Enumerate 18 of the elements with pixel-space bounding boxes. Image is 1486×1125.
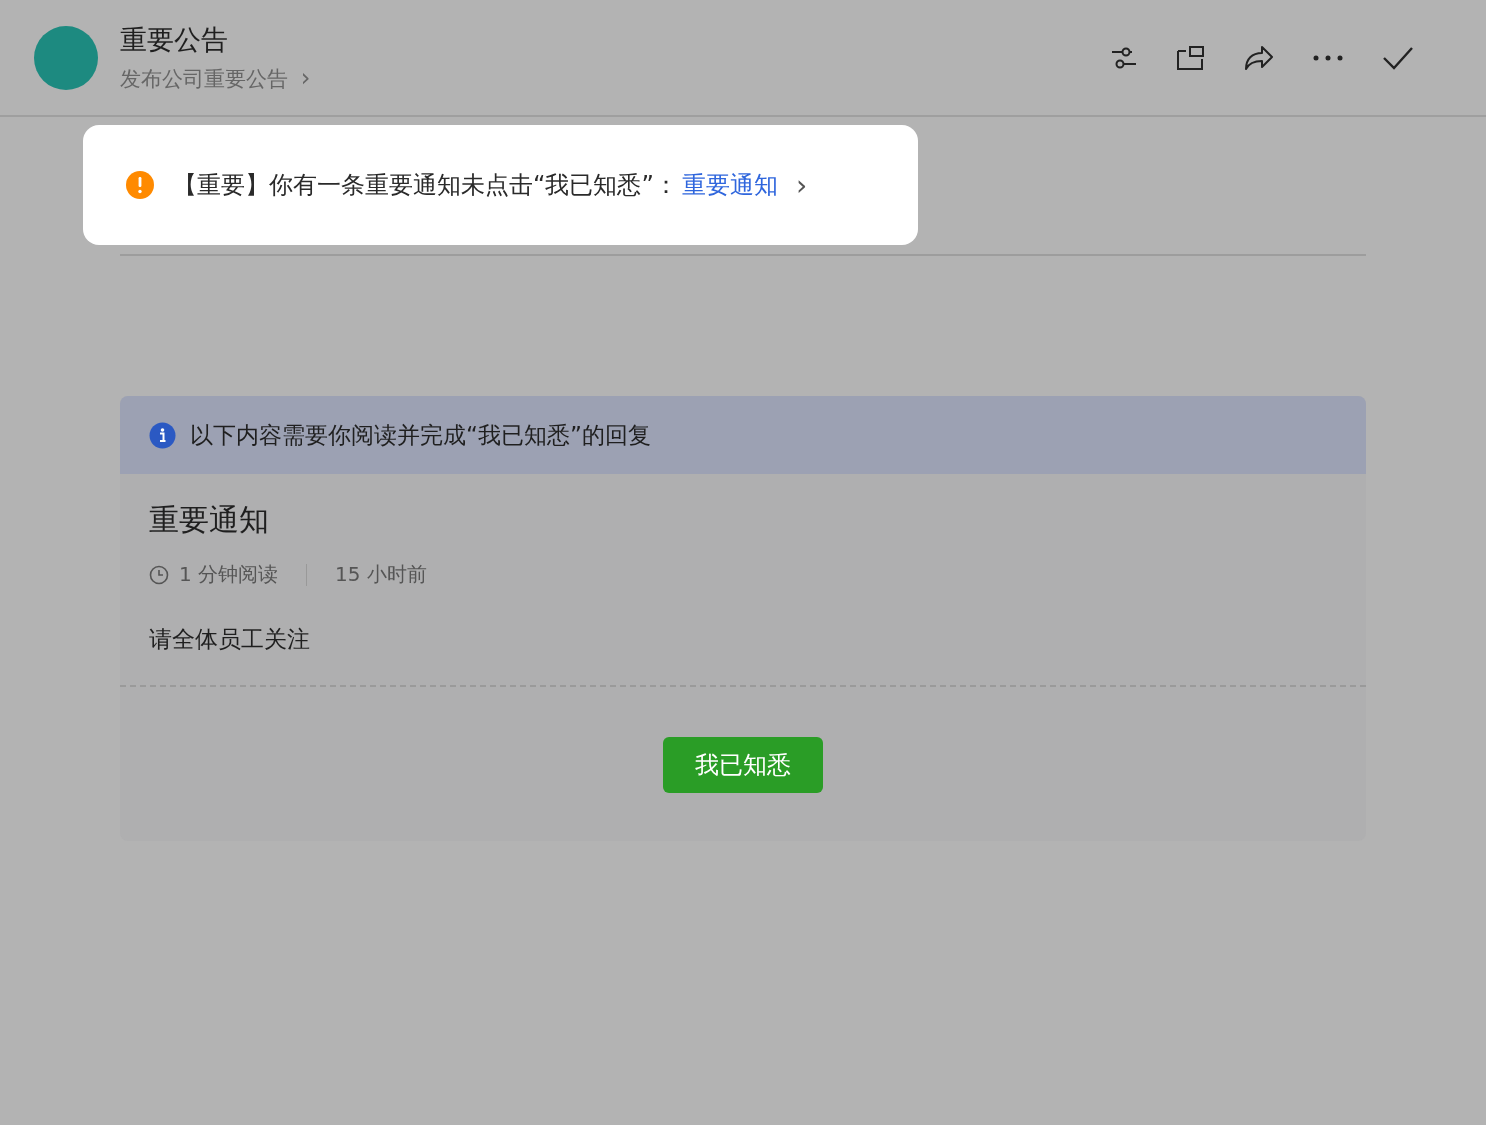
toast-message: 【重要】你有一条重要通知未点击“我已知悉”： — [173, 170, 678, 201]
clock-icon — [149, 564, 169, 585]
warning-icon — [125, 170, 155, 200]
chevron-icon: › — [795, 168, 808, 202]
window-icon[interactable] — [1176, 44, 1206, 71]
check-icon[interactable] — [1382, 45, 1414, 70]
notice-body: 请全体员工关注 — [149, 625, 311, 654]
acknowledge-button[interactable]: 我已知悉 — [663, 737, 823, 793]
share-icon[interactable] — [1244, 44, 1274, 71]
info-text: 以下内容需要你阅读并完成“我已知悉”的回复 — [190, 420, 651, 450]
info-icon — [149, 421, 176, 449]
posted-time: 15 小时前 — [335, 561, 427, 588]
notice-title: 重要通知 — [149, 501, 270, 539]
more-icon[interactable] — [1312, 53, 1344, 62]
page-title: 重要公告 — [120, 23, 229, 57]
notice-link[interactable]: 重要通知 — [681, 169, 778, 201]
read-time: 1 分钟阅读 — [179, 561, 279, 588]
subtitle-link[interactable]: 发布公司重要公告 › — [120, 64, 311, 93]
